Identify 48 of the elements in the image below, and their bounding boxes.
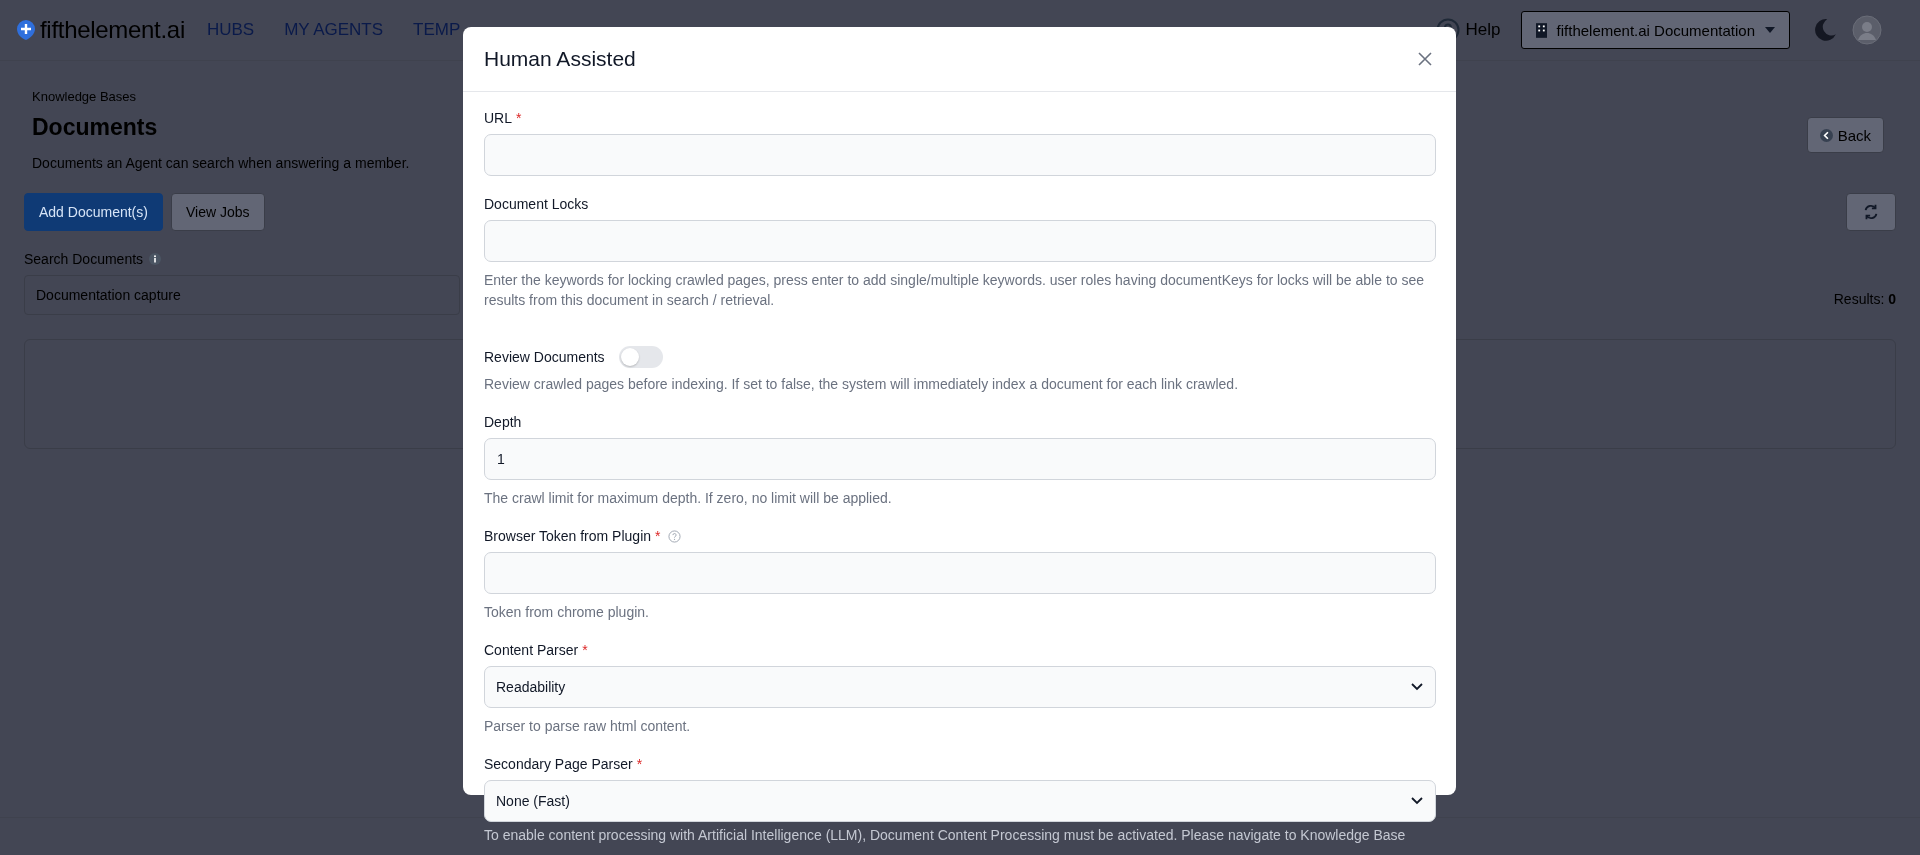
field-label: Browser Token from Plugin (484, 528, 652, 544)
help-text: Review crawled pages before indexing. If set to false, the system will immediately index a document for each link crawled. (484, 375, 1240, 394)
results-count: Results: 0 (1833, 291, 1896, 307)
select-field[interactable]: Readability (484, 666, 1436, 708)
field-label: Depth (484, 414, 522, 430)
view-jobs-button[interactable]: View Jobs (170, 193, 265, 231)
required-mark: * (636, 756, 643, 772)
input-field[interactable] (484, 134, 1436, 176)
brand-name[interactable]: fifthelement.ai (40, 16, 185, 44)
page-title: Documents (32, 114, 158, 141)
help-text: Token from chrome plugin. (484, 603, 650, 622)
building-icon (1535, 22, 1547, 38)
info-text: To enable content processing with Artificial Intelligence (LLM), Document Content Processing must be activated. Please navigate to Knowledge Base (484, 826, 1407, 844)
breadcrumb-link[interactable]: Knowledge Bases (32, 89, 137, 104)
chevron-down-icon (1411, 683, 1423, 691)
toggle-switch[interactable] (618, 346, 663, 368)
modal-title: Human Assisted (484, 47, 636, 71)
input-field[interactable]: 1 (484, 438, 1436, 480)
refresh-button[interactable] (1846, 193, 1896, 231)
field-label: Document Locks (484, 196, 589, 212)
help-text: Parser to parse raw html content. (484, 717, 692, 736)
help-text: Enter the keywords for locking crawled pages, press enter to add single/multiple keywords. user roles having documentKeys for locks will be able to see results from this document in search / retrieval. (484, 271, 1426, 310)
search-label: Search Documents (24, 251, 144, 267)
moon-icon[interactable] (1812, 17, 1838, 43)
help-link[interactable]: Help (1465, 20, 1501, 40)
back-button[interactable]: Back (1806, 117, 1884, 153)
field-label: URL (484, 110, 512, 126)
help-text: The crawl limit for maximum depth. If zero, no limit will be applied. (484, 489, 893, 508)
page-subtitle: Documents an Agent can search when answering a member. (32, 155, 410, 171)
avatar-icon[interactable] (1852, 15, 1882, 45)
search-field[interactable]: Documentation capture (24, 275, 460, 315)
info-icon (149, 253, 162, 265)
input-field[interactable] (484, 552, 1436, 594)
field-label: Content Parser (484, 642, 579, 658)
workspace-dropdown[interactable]: fifthelement.ai Documentation (1520, 11, 1790, 49)
required-mark: * (582, 642, 588, 658)
chevron-down-icon (1411, 797, 1423, 805)
field-label: Review Documents (484, 349, 605, 365)
required-mark: * (655, 528, 661, 544)
close-icon[interactable] (1418, 52, 1432, 66)
logo-icon (16, 19, 36, 41)
add-documents-button[interactable]: Add Document(s) (24, 193, 163, 231)
field-label: Secondary Page Parser (484, 756, 633, 772)
refresh-icon (1862, 203, 1880, 221)
caret-icon (1765, 27, 1775, 33)
input-field[interactable] (484, 220, 1436, 262)
required-mark: * (516, 110, 522, 126)
select-field[interactable]: None (Fast) (484, 780, 1436, 822)
